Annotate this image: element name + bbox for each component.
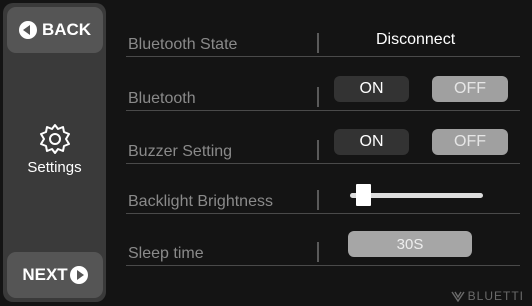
row-separator [317,242,319,262]
row-divider [126,110,520,111]
back-button[interactable]: BACK [7,7,103,53]
row-separator [317,33,319,53]
row-buzzer-setting: Buzzer Setting ON OFF [126,126,520,164]
page-title: Settings [27,159,82,176]
row-bluetooth-state: Bluetooth State Disconnect [126,19,520,57]
brand-name: BLUETTI [467,289,524,303]
settings-screen: BACK Settings NEXT Bluetooth State Disco… [0,0,532,306]
sleep-time-button[interactable]: 30S [348,231,472,257]
row-divider [126,213,520,214]
bluetooth-off-button[interactable]: OFF [432,76,508,102]
bluetti-logo-icon [451,291,465,302]
bluetooth-on-button[interactable]: ON [334,76,409,102]
current-page-indicator: Settings [3,123,106,176]
sidebar: BACK Settings NEXT [3,3,106,302]
bluetooth-label: Bluetooth [128,90,196,107]
bluetooth-state-label: Bluetooth State [128,36,238,53]
brightness-slider-handle[interactable] [355,184,371,206]
row-backlight-brightness: Backlight Brightness [126,176,520,214]
row-separator [317,140,319,160]
next-arrow-icon [69,266,88,284]
row-separator [317,87,319,107]
row-divider [126,265,520,266]
next-button[interactable]: NEXT [7,252,103,298]
row-divider [126,56,520,57]
backlight-brightness-label: Backlight Brightness [128,193,273,210]
bluetooth-state-value: Disconnect [376,31,456,48]
row-divider [126,163,520,164]
row-bluetooth: Bluetooth ON OFF [126,73,520,111]
buzzer-on-button[interactable]: ON [334,129,409,155]
row-separator [317,190,319,210]
next-button-label: NEXT [22,265,68,284]
buzzer-setting-label: Buzzer Setting [128,143,233,160]
gear-icon [39,124,70,154]
sleep-time-label: Sleep time [128,245,204,262]
back-button-label: BACK [41,20,92,39]
row-sleep-time: Sleep time 30S [126,228,520,266]
back-arrow-icon [18,21,37,39]
brand-logo: BLUETTI [451,289,524,303]
buzzer-off-button[interactable]: OFF [432,129,508,155]
